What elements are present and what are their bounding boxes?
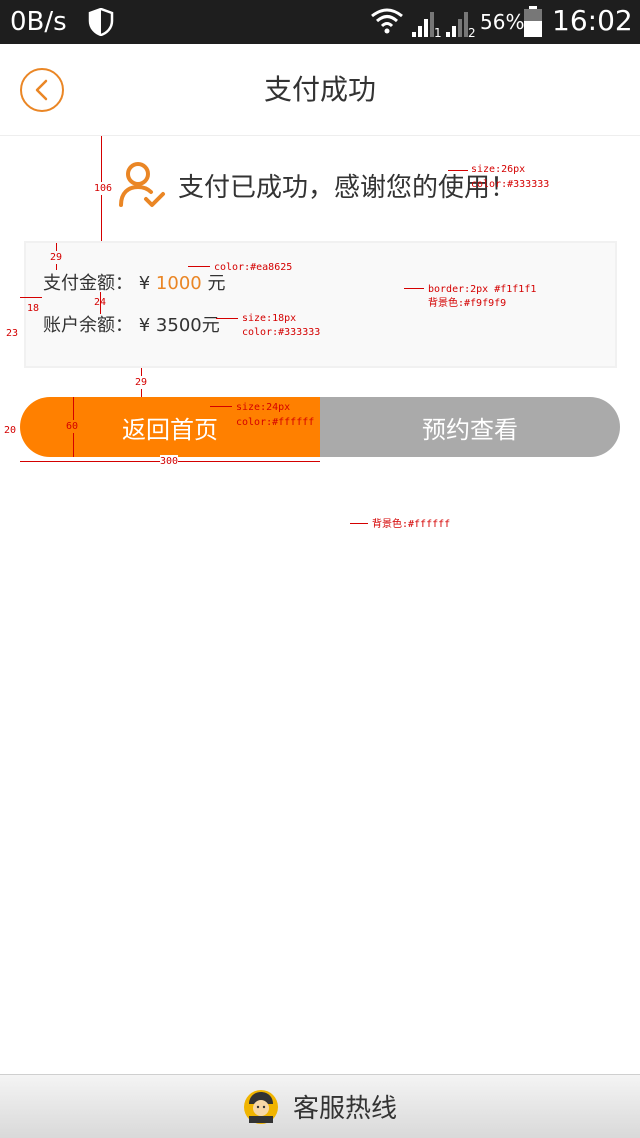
customer-service-icon — [243, 1089, 278, 1124]
shield-icon — [88, 8, 114, 36]
header: 支付成功 — [0, 44, 640, 136]
balance-row: 账户余额： ¥ 3500元 — [43, 314, 220, 338]
success-text: 支付已成功，感谢您的使用！ — [178, 172, 517, 203]
customer-service-label: 客服热线 — [292, 1094, 397, 1124]
leader-btn — [210, 406, 232, 407]
note-text-color: color:#333333 — [242, 327, 321, 338]
sim1-label: 1 — [434, 26, 442, 38]
note-btn-color: color:#ffffff — [236, 417, 315, 428]
dim-60: 60 — [66, 420, 79, 433]
dim-300: 300 — [160, 455, 179, 468]
status-bar: 0B/s 1 2 56% 16:02 — [0, 0, 640, 44]
note-amount-color: color:#ea8625 — [214, 262, 293, 273]
note-border: border:2px #f1f1f1 — [428, 284, 537, 295]
note-btn-size: size:24px — [236, 402, 291, 413]
leader-amount — [188, 266, 210, 267]
note-page-bg: 背景色:#ffffff — [372, 519, 451, 530]
signal-sim2-icon: 2 — [446, 12, 476, 38]
dim-29-top: 29 — [50, 251, 63, 264]
page-title: 支付成功 — [263, 73, 376, 106]
action-buttons: 返回首页 预约查看 — [20, 397, 620, 457]
paid-label: 支付金额： — [43, 273, 133, 294]
signal-sim1-icon: 1 — [412, 12, 442, 38]
success-message: 支付已成功，感谢您的使用！ — [118, 160, 516, 210]
dim-29-bottom: 29 — [135, 376, 148, 389]
sim2-label: 2 — [468, 26, 476, 38]
leader-page-bg — [350, 523, 368, 524]
user-check-icon — [119, 162, 165, 207]
leader-border — [404, 288, 424, 289]
dim-23: 23 — [6, 328, 19, 339]
note-title-color: color:#333333 — [471, 179, 550, 190]
note-text-size: size:18px — [242, 313, 297, 324]
view-booking-button[interactable]: 预约查看 — [320, 397, 620, 457]
note-title-size: size:26px — [471, 164, 526, 175]
balance-label: 账户余额： — [43, 315, 133, 336]
customer-service-bar[interactable]: 客服热线 — [0, 1074, 640, 1138]
dim-line-18 — [20, 297, 42, 298]
balance-amount: 3500元 — [155, 315, 220, 336]
battery-icon — [524, 6, 542, 37]
clock: 16:02 — [552, 4, 633, 37]
battery-percent: 56% — [480, 10, 525, 34]
paid-amount-row: 支付金额： ¥ 1000 元 — [43, 272, 225, 296]
payment-info-box: 支付金额： ¥ 1000 元 账户余额： ¥ 3500元 — [24, 241, 617, 368]
dim-106: 106 — [94, 182, 113, 195]
wifi-icon — [371, 8, 403, 34]
paid-amount: 1000 — [155, 273, 202, 294]
net-speed: 0B/s — [10, 7, 67, 37]
paid-currency: ¥ — [138, 273, 151, 294]
dim-24: 24 — [94, 297, 107, 308]
paid-unit: 元 — [207, 273, 226, 294]
leader-title — [448, 170, 468, 171]
balance-currency: ¥ — [138, 315, 151, 336]
leader-text — [216, 318, 238, 319]
note-box-bg: 背景色:#f9f9f9 — [428, 298, 507, 309]
dim-20: 20 — [4, 425, 17, 436]
dim-18: 18 — [27, 303, 40, 314]
